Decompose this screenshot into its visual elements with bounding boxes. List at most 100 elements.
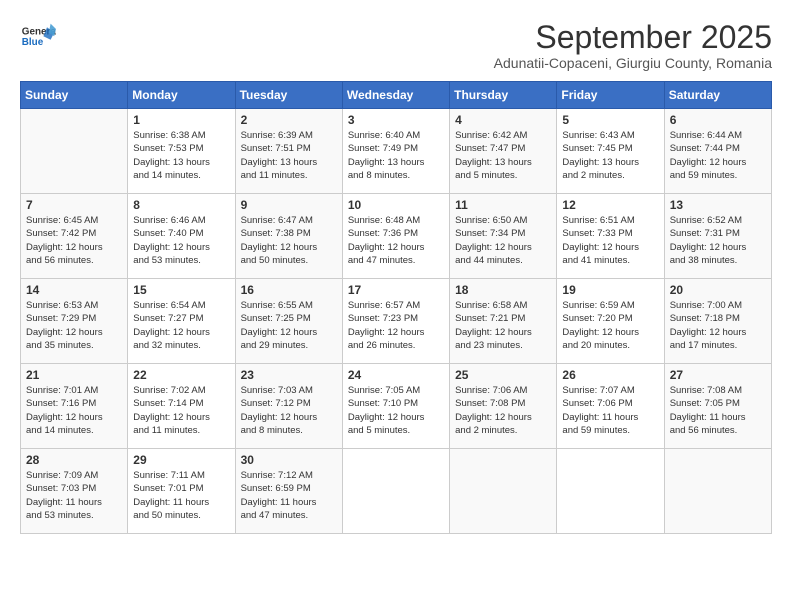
day-info: Sunrise: 6:39 AM Sunset: 7:51 PM Dayligh… — [241, 129, 337, 182]
day-info: Sunrise: 7:03 AM Sunset: 7:12 PM Dayligh… — [241, 384, 337, 437]
day-info: Sunrise: 6:43 AM Sunset: 7:45 PM Dayligh… — [562, 129, 658, 182]
day-info: Sunrise: 7:09 AM Sunset: 7:03 PM Dayligh… — [26, 469, 122, 522]
day-number: 1 — [133, 113, 229, 127]
day-number: 26 — [562, 368, 658, 382]
col-saturday: Saturday — [664, 82, 771, 109]
page-title: September 2025 — [494, 20, 772, 55]
calendar-cell — [342, 449, 449, 534]
calendar-cell: 11 Sunrise: 6:50 AM Sunset: 7:34 PM Dayli… — [450, 194, 557, 279]
calendar-cell: 6 Sunrise: 6:44 AM Sunset: 7:44 PM Daylig… — [664, 109, 771, 194]
day-info: Sunrise: 7:11 AM Sunset: 7:01 PM Dayligh… — [133, 469, 229, 522]
col-wednesday: Wednesday — [342, 82, 449, 109]
day-info: Sunrise: 6:57 AM Sunset: 7:23 PM Dayligh… — [348, 299, 444, 352]
day-number: 11 — [455, 198, 551, 212]
calendar-cell: 28 Sunrise: 7:09 AM Sunset: 7:03 PM Dayli… — [21, 449, 128, 534]
day-number: 8 — [133, 198, 229, 212]
day-number: 17 — [348, 283, 444, 297]
day-number: 28 — [26, 453, 122, 467]
day-number: 21 — [26, 368, 122, 382]
calendar-cell: 25Sunrise: 7:06 AM Sunset: 7:08 PM Dayli… — [450, 364, 557, 449]
calendar-cell: 9Sunrise: 6:47 AM Sunset: 7:38 PM Daylig… — [235, 194, 342, 279]
day-info: Sunrise: 6:38 AM Sunset: 7:53 PM Dayligh… — [133, 129, 229, 182]
day-info: Sunrise: 7:05 AM Sunset: 7:10 PM Dayligh… — [348, 384, 444, 437]
day-number: 4 — [455, 113, 551, 127]
page-header: General Blue September 2025 Adunatii-Cop… — [20, 20, 772, 71]
day-info: Sunrise: 7:06 AM Sunset: 7:08 PM Dayligh… — [455, 384, 551, 437]
calendar-cell: 15 Sunrise: 6:54 AM Sunset: 7:27 PM Dayli… — [128, 279, 235, 364]
calendar-cell — [450, 449, 557, 534]
calendar-cell: 22Sunrise: 7:02 AM Sunset: 7:14 PM Dayli… — [128, 364, 235, 449]
day-number: 30 — [241, 453, 337, 467]
day-info: Sunrise: 7:08 AM Sunset: 7:05 PM Dayligh… — [670, 384, 766, 437]
day-info: Sunrise: 7:00 AM Sunset: 7:18 PM Dayligh… — [670, 299, 766, 352]
day-number: 27 — [670, 368, 766, 382]
calendar-cell: 21 Sunrise: 7:01 AM Sunset: 7:16 PM Dayli… — [21, 364, 128, 449]
day-number: 6 — [670, 113, 766, 127]
day-info: Sunrise: 6:52 AM Sunset: 7:31 PM Dayligh… — [670, 214, 766, 267]
day-info: Sunrise: 6:50 AM Sunset: 7:34 PM Dayligh… — [455, 214, 551, 267]
day-info: Sunrise: 6:44 AM Sunset: 7:44 PM Dayligh… — [670, 129, 766, 182]
calendar-cell: 2 Sunrise: 6:39 AM Sunset: 7:51 PM Daylig… — [235, 109, 342, 194]
day-number: 20 — [670, 283, 766, 297]
col-friday: Friday — [557, 82, 664, 109]
calendar-cell: 1 Sunrise: 6:38 AM Sunset: 7:53 PM Daylig… — [128, 109, 235, 194]
calendar-cell: 18 Sunrise: 6:58 AM Sunset: 7:21 PM Dayli… — [450, 279, 557, 364]
calendar-cell: 4 Sunrise: 6:42 AM Sunset: 7:47 PM Daylig… — [450, 109, 557, 194]
day-info: Sunrise: 6:54 AM Sunset: 7:27 PM Dayligh… — [133, 299, 229, 352]
day-info: Sunrise: 6:42 AM Sunset: 7:47 PM Dayligh… — [455, 129, 551, 182]
day-info: Sunrise: 6:59 AM Sunset: 7:20 PM Dayligh… — [562, 299, 658, 352]
calendar-cell: 10Sunrise: 6:48 AM Sunset: 7:36 PM Dayli… — [342, 194, 449, 279]
day-number: 2 — [241, 113, 337, 127]
day-number: 7 — [26, 198, 122, 212]
calendar-cell: 20 Sunrise: 7:00 AM Sunset: 7:18 PM Dayli… — [664, 279, 771, 364]
col-monday: Monday — [128, 82, 235, 109]
calendar-cell: 27 Sunrise: 7:08 AM Sunset: 7:05 PM Dayli… — [664, 364, 771, 449]
col-thursday: Thursday — [450, 82, 557, 109]
day-info: Sunrise: 6:51 AM Sunset: 7:33 PM Dayligh… — [562, 214, 658, 267]
day-number: 12 — [562, 198, 658, 212]
day-number: 15 — [133, 283, 229, 297]
calendar-cell: 8 Sunrise: 6:46 AM Sunset: 7:40 PM Daylig… — [128, 194, 235, 279]
calendar-cell — [664, 449, 771, 534]
day-info: Sunrise: 6:58 AM Sunset: 7:21 PM Dayligh… — [455, 299, 551, 352]
calendar-cell: 14Sunrise: 6:53 AM Sunset: 7:29 PM Dayli… — [21, 279, 128, 364]
day-info: Sunrise: 7:12 AM Sunset: 6:59 PM Dayligh… — [241, 469, 337, 522]
title-block: September 2025 Adunatii-Copaceni, Giurgi… — [494, 20, 772, 71]
calendar-cell: 16Sunrise: 6:55 AM Sunset: 7:25 PM Dayli… — [235, 279, 342, 364]
day-number: 23 — [241, 368, 337, 382]
day-info: Sunrise: 6:40 AM Sunset: 7:49 PM Dayligh… — [348, 129, 444, 182]
day-number: 24 — [348, 368, 444, 382]
day-info: Sunrise: 6:46 AM Sunset: 7:40 PM Dayligh… — [133, 214, 229, 267]
calendar-cell: 5 Sunrise: 6:43 AM Sunset: 7:45 PM Daylig… — [557, 109, 664, 194]
day-info: Sunrise: 7:07 AM Sunset: 7:06 PM Dayligh… — [562, 384, 658, 437]
day-info: Sunrise: 6:45 AM Sunset: 7:42 PM Dayligh… — [26, 214, 122, 267]
logo: General Blue — [20, 20, 56, 56]
day-number: 9 — [241, 198, 337, 212]
calendar-cell: 12 Sunrise: 6:51 AM Sunset: 7:33 PM Dayli… — [557, 194, 664, 279]
calendar-cell: 19Sunrise: 6:59 AM Sunset: 7:20 PM Dayli… — [557, 279, 664, 364]
day-number: 13 — [670, 198, 766, 212]
day-number: 29 — [133, 453, 229, 467]
logo-icon: General Blue — [20, 20, 56, 56]
day-info: Sunrise: 7:01 AM Sunset: 7:16 PM Dayligh… — [26, 384, 122, 437]
day-info: Sunrise: 6:55 AM Sunset: 7:25 PM Dayligh… — [241, 299, 337, 352]
calendar-cell: 13 Sunrise: 6:52 AM Sunset: 7:31 PM Dayli… — [664, 194, 771, 279]
calendar-cell — [557, 449, 664, 534]
calendar-table: Sunday Monday Tuesday Wednesday Thursday… — [20, 81, 772, 534]
calendar-cell: 7 Sunrise: 6:45 AM Sunset: 7:42 PM Daylig… — [21, 194, 128, 279]
day-info: Sunrise: 6:53 AM Sunset: 7:29 PM Dayligh… — [26, 299, 122, 352]
day-number: 18 — [455, 283, 551, 297]
day-number: 10 — [348, 198, 444, 212]
day-number: 3 — [348, 113, 444, 127]
week-row-2: 7 Sunrise: 6:45 AM Sunset: 7:42 PM Daylig… — [21, 194, 772, 279]
calendar-cell: 26 Sunrise: 7:07 AM Sunset: 7:06 PM Dayli… — [557, 364, 664, 449]
col-tuesday: Tuesday — [235, 82, 342, 109]
calendar-cell: 24 Sunrise: 7:05 AM Sunset: 7:10 PM Dayli… — [342, 364, 449, 449]
col-sunday: Sunday — [21, 82, 128, 109]
calendar-cell: 29 Sunrise: 7:11 AM Sunset: 7:01 PM Dayli… — [128, 449, 235, 534]
week-row-5: 28 Sunrise: 7:09 AM Sunset: 7:03 PM Dayli… — [21, 449, 772, 534]
day-number: 5 — [562, 113, 658, 127]
week-row-4: 21 Sunrise: 7:01 AM Sunset: 7:16 PM Dayli… — [21, 364, 772, 449]
page-subtitle: Adunatii-Copaceni, Giurgiu County, Roman… — [494, 55, 772, 71]
calendar-cell — [21, 109, 128, 194]
